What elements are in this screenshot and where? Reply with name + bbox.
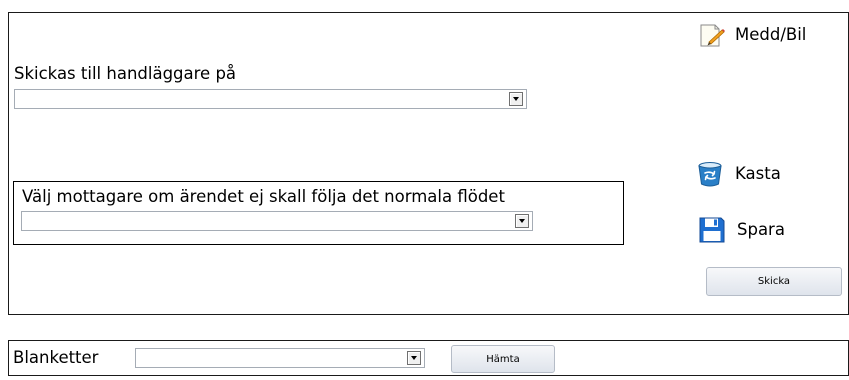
skicka-button[interactable]: Skicka <box>706 267 842 296</box>
kasta-label: Kasta <box>735 164 781 183</box>
skickas-label: Skickas till handläggare på <box>14 64 237 83</box>
handlaggare-select[interactable] <box>14 89 527 109</box>
spara-button[interactable]: Spara <box>698 216 785 244</box>
medd-bil-label: Medd/Bil <box>735 25 807 44</box>
mottagare-select[interactable] <box>21 211 533 231</box>
blanketter-bar: Blanketter Hämta <box>8 340 849 376</box>
note-pencil-icon <box>700 24 725 47</box>
chevron-down-icon[interactable] <box>515 214 529 228</box>
spara-label: Spara <box>737 220 785 239</box>
blanketter-label: Blanketter <box>13 348 99 367</box>
blanketter-select[interactable] <box>135 348 425 368</box>
trash-bin-icon <box>698 162 722 187</box>
main-panel: Skickas till handläggare på Välj mottaga… <box>8 12 849 315</box>
medd-bil-button[interactable]: Medd/Bil <box>698 21 806 49</box>
mottagare-label: Välj mottagare om ärendet ej skall följa… <box>22 187 505 206</box>
floppy-disk-icon <box>699 217 725 243</box>
mottagare-group: Välj mottagare om ärendet ej skall följa… <box>13 181 624 245</box>
hamta-button[interactable]: Hämta <box>451 345 555 373</box>
chevron-down-icon[interactable] <box>407 351 421 365</box>
kasta-button[interactable]: Kasta <box>696 160 781 188</box>
chevron-down-icon[interactable] <box>509 92 523 106</box>
